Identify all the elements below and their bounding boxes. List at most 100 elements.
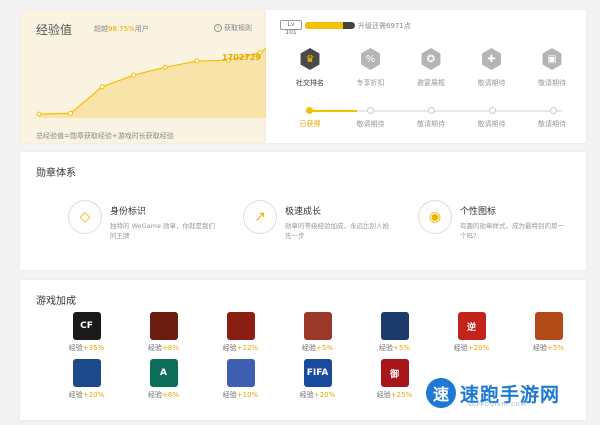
sword-game-icon <box>303 312 332 340</box>
game-item[interactable]: 经验+5% <box>279 312 356 353</box>
discount-icon: % <box>361 48 380 70</box>
medal-coming-soon-1[interactable]: ✚ 敬请期待 <box>468 48 516 88</box>
bonus-percent: +20% <box>82 391 105 399</box>
level-card: Lv 101 升级还需6971点 ♛ 社交排名 % 专享折扣 ✪ 邀宴展框 ✚ … <box>266 10 586 143</box>
game-item[interactable]: 经验+5% <box>510 312 587 353</box>
feature-desc: 独特的 WeGame 勋章，你就是我们的王牌 <box>110 222 216 240</box>
bonus-percent: +5% <box>547 344 564 352</box>
game-item[interactable]: 逆经验+20% <box>433 312 510 353</box>
bonus-label: 经验 <box>376 391 391 399</box>
feature-desc: 有趣的勋章样式，成为最特别的那一个吗？ <box>460 222 564 240</box>
game-bonus: 经验+8% <box>148 390 179 400</box>
game-item[interactable]: 御经验+25% <box>356 359 433 400</box>
medal-status: 敬请期待 <box>538 120 566 128</box>
game-item[interactable]: 经验+5% <box>356 312 433 353</box>
badge-icon: ◉ <box>418 200 452 234</box>
level-next-text: 升级还需6971点 <box>358 22 411 30</box>
experience-value: 1702729 <box>222 53 261 62</box>
growth-chart-icon: ↗ <box>243 200 277 234</box>
medal-icon: ✪ <box>421 48 441 70</box>
bonus-label: 经验 <box>299 391 314 399</box>
gamepad-icon: ✚ <box>482 48 501 70</box>
watermark-url: SUPAOQISHI.COM <box>468 402 526 408</box>
game-bonus: 经验+5% <box>533 343 564 353</box>
game-item[interactable]: 经验+12% <box>202 312 279 353</box>
game-item[interactable]: A 经验+8% <box>125 359 202 400</box>
chart-point <box>68 110 74 116</box>
bonus-label: 经验 <box>533 344 547 352</box>
medal-name: 邀宴展框 <box>417 79 445 87</box>
feature-name: 极速成长 <box>285 207 322 217</box>
reverse-game-icon: 逆 <box>457 312 486 340</box>
game-item[interactable]: 经验+10% <box>202 359 279 400</box>
game-bonus: 经验+12% <box>223 343 258 353</box>
game-item[interactable]: 经验+20% <box>48 359 125 400</box>
experience-chart <box>36 47 266 119</box>
track-dot <box>550 107 557 114</box>
level-badge: Lv 101 <box>280 20 302 36</box>
fifa-online-icon: FIFA <box>303 359 332 387</box>
medal-status-row: 已获得 敬请期待 敬请期待 敬请期待 敬请期待 <box>286 119 576 129</box>
medal-status: 敬请期待 <box>477 120 506 128</box>
bonus-percent: +8% <box>162 344 179 352</box>
medal-name: 敬请期待 <box>538 79 566 87</box>
track-dot <box>367 107 374 114</box>
bonus-label: 经验 <box>453 344 468 352</box>
bonus-percent: +35% <box>82 344 105 352</box>
bonus-label: 经验 <box>302 344 316 352</box>
dark-fantasy-game-icon <box>149 312 178 340</box>
feature-name: 身份标识 <box>110 207 147 217</box>
game-item[interactable]: CF 经验+35% <box>48 312 125 353</box>
game-bonus: 经验+5% <box>302 343 333 353</box>
crossfire-icon: CF <box>72 312 101 340</box>
bonus-percent: +25% <box>390 391 413 399</box>
demon-game-icon <box>226 312 255 340</box>
medal-track-fill <box>306 110 358 112</box>
diamond-icon: ◇ <box>68 200 102 234</box>
feature-list: ◇ 身份标识 独特的 WeGame 勋章，你就是我们的王牌 ↗ 极速成长 勋章的… <box>68 200 568 241</box>
starcraft-game-icon <box>380 312 409 340</box>
track-dot <box>306 107 313 114</box>
bonus-label: 经验 <box>148 391 162 399</box>
crown-icon: ♛ <box>300 48 320 70</box>
game-bonus: 经验+20% <box>454 343 489 353</box>
experience-note: 总经验值=勋章获取经验+游戏时长获取经验 <box>36 132 174 140</box>
section-title: 勋章体系 <box>36 168 76 179</box>
medal-discount[interactable]: % 专享折扣 <box>347 48 395 88</box>
yu-game-icon: 御 <box>380 359 409 387</box>
badge-system-card: 勋章体系 ◇ 身份标识 独特的 WeGame 勋章，你就是我们的王牌 ↗ 极速成… <box>20 152 586 270</box>
medal-social-rank[interactable]: ♛ 社交排名 <box>286 48 334 88</box>
game-item[interactable]: 经验+8% <box>125 312 202 353</box>
medal-frame[interactable]: ✪ 邀宴展框 <box>407 48 455 88</box>
game-bonus: 经验+5% <box>379 343 410 353</box>
level-progress-fill <box>305 22 343 29</box>
watermark-logo: 速 <box>426 378 456 408</box>
gun-game-icon <box>72 359 101 387</box>
chart-point <box>162 64 168 70</box>
feature-identity: ◇ 身份标识 独特的 WeGame 勋章，你就是我们的王牌 <box>68 200 218 241</box>
bonus-percent: +20% <box>313 391 336 399</box>
bonus-label: 经验 <box>222 344 237 352</box>
image-icon: ▣ <box>542 48 562 70</box>
medal-coming-soon-2[interactable]: ▣ 敬请期待 <box>528 48 576 88</box>
game-item[interactable]: FIFA 经验+20% <box>279 359 356 400</box>
experience-card: 经验值 超越98.75%用户 i 获取规则 1702729 总经验值=勋章获取经… <box>20 10 266 143</box>
game-bonus: 经验+8% <box>148 343 179 353</box>
section-title: 游戏加成 <box>36 296 76 307</box>
bonus-label: 经验 <box>222 391 237 399</box>
bonus-percent: +20% <box>467 344 490 352</box>
bonus-label: 经验 <box>148 344 162 352</box>
chart-point <box>36 111 42 117</box>
game-bonus: 经验+20% <box>300 390 335 400</box>
basketball-game-icon <box>534 312 563 340</box>
feature-icon-style: ◉ 个性图标 有趣的勋章样式，成为最特别的那一个吗？ <box>418 200 568 241</box>
medal-name: 专享折扣 <box>356 79 385 87</box>
medal-name: 社交排名 <box>296 79 324 87</box>
game-bonus: 经验+20% <box>69 390 104 400</box>
medal-row: ♛ 社交排名 % 专享折扣 ✪ 邀宴展框 ✚ 敬请期待 ▣ 敬请期待 <box>286 48 576 88</box>
bonus-percent: +8% <box>162 391 179 399</box>
bonus-label: 经验 <box>68 344 83 352</box>
bonus-label: 经验 <box>379 344 393 352</box>
medal-name: 敬请期待 <box>477 79 506 87</box>
feature-desc: 勋章的等级经验加成，永远比别人抢先一步 <box>285 222 389 240</box>
